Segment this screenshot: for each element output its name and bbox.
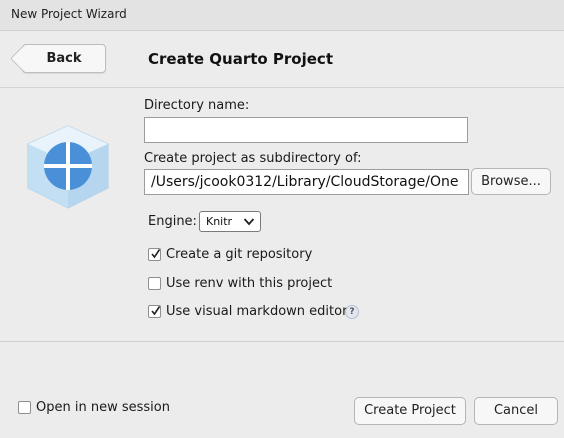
window-titlebar: New Project Wizard: [0, 0, 564, 31]
checkmark-icon: [151, 306, 161, 316]
renv-label: Use renv with this project: [166, 276, 333, 291]
footer-divider: [0, 341, 564, 342]
create-project-button[interactable]: Create Project: [354, 397, 466, 425]
new-session-checkbox[interactable]: [18, 401, 31, 414]
parent-directory-label: Create project as subdirectory of:: [144, 151, 362, 166]
git-repo-label: Create a git repository: [166, 247, 313, 262]
renv-checkbox[interactable]: [148, 277, 161, 290]
visual-editor-checkbox[interactable]: [148, 305, 161, 318]
back-button-label: Back: [46, 51, 82, 66]
wizard-header: Back Create Quarto Project: [0, 31, 564, 88]
page-title: Create Quarto Project: [148, 50, 333, 68]
quarto-logo-icon: [27, 125, 109, 209]
parent-directory-input[interactable]: /Users/jcook0312/Library/CloudStorage/On…: [144, 169, 469, 195]
directory-name-input[interactable]: [144, 117, 468, 143]
engine-label: Engine:: [148, 214, 197, 229]
browse-button[interactable]: Browse...: [471, 168, 551, 195]
visual-editor-label: Use visual markdown editor: [166, 304, 348, 319]
cancel-button[interactable]: Cancel: [474, 397, 558, 425]
back-button[interactable]: Back: [10, 44, 106, 73]
directory-name-label: Directory name:: [144, 98, 250, 113]
engine-select-value: Knitr: [206, 215, 233, 228]
help-icon[interactable]: ?: [345, 305, 359, 319]
chevron-down-icon: [243, 218, 255, 226]
git-repo-checkbox[interactable]: [148, 248, 161, 261]
engine-select[interactable]: Knitr: [199, 211, 261, 232]
window-title: New Project Wizard: [11, 7, 127, 21]
new-session-label: Open in new session: [36, 400, 170, 415]
checkmark-icon: [151, 249, 161, 259]
